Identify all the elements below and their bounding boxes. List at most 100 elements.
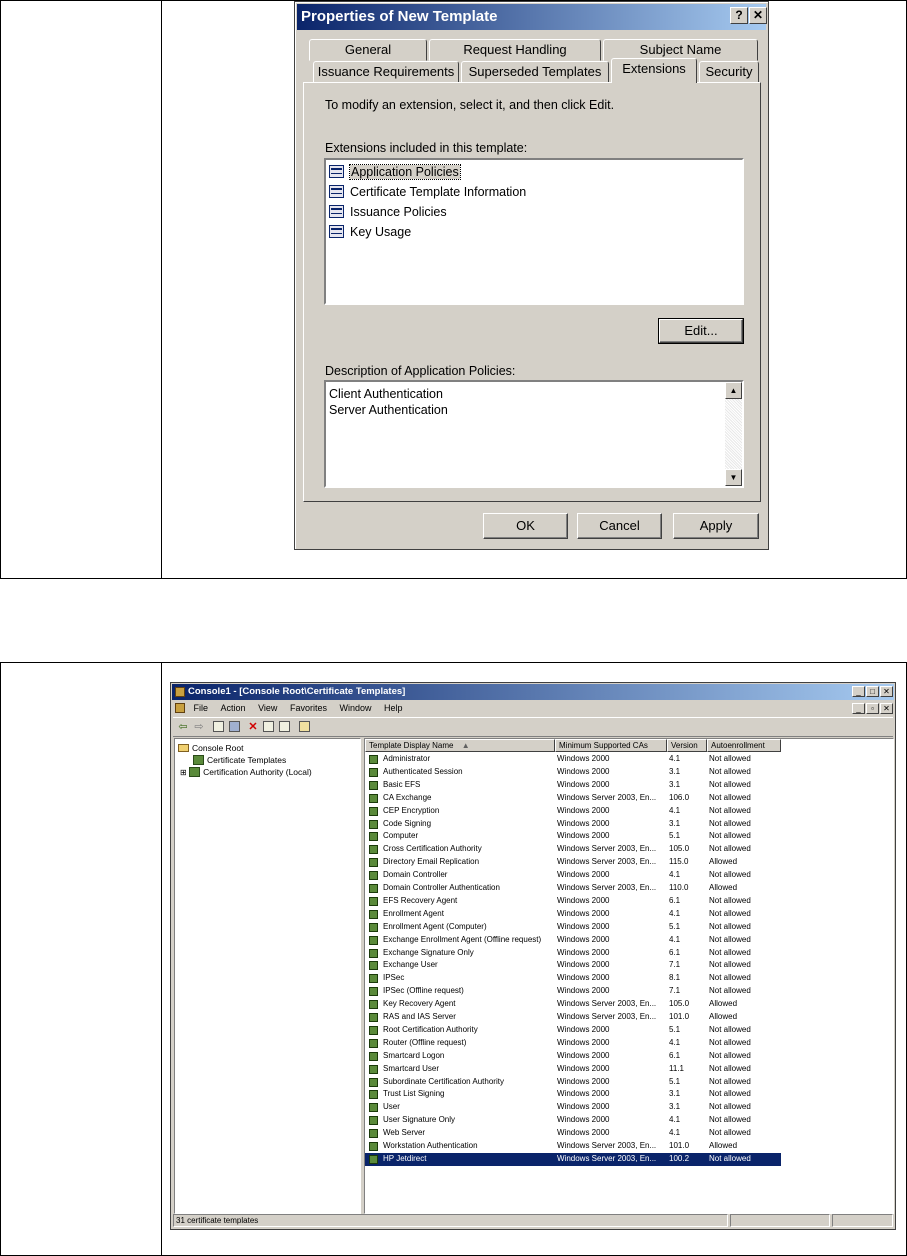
table-row[interactable]: Exchange Signature Only Windows 2000 6.1 No… (365, 947, 781, 960)
dialog-title-bar[interactable]: Properties of New Template (297, 4, 766, 30)
table-row[interactable]: Smartcard Logon Windows 2000 6.1 Not allowe… (365, 1050, 781, 1063)
table-cell: 5.1 (669, 921, 681, 931)
properties-icon[interactable] (263, 721, 274, 732)
tab-extensions[interactable]: Extensions (611, 58, 697, 83)
mmc-title-bar[interactable]: Console1 - [Console Root\Certificate Tem… (172, 684, 894, 700)
templates-listview[interactable]: Template Display Name ▲ Minimum Supporte… (364, 738, 894, 1214)
tab-general[interactable]: General (309, 39, 427, 61)
apply-button[interactable]: Apply (673, 513, 759, 539)
table-row[interactable]: Domain Controller Authentication Windows … (365, 882, 781, 895)
tree-item-console-root[interactable]: Console Root (178, 742, 244, 754)
table-row[interactable]: Workstation Authentication Windows Server… (365, 1140, 781, 1153)
table-row[interactable]: User Signature Only Windows 2000 4.1 Not al… (365, 1114, 781, 1127)
list-item[interactable]: Issuance Policies (326, 202, 742, 222)
cancel-button[interactable]: Cancel (577, 513, 662, 539)
forward-icon[interactable]: ⇨ (193, 721, 205, 733)
expand-icon[interactable]: ⊞ (180, 768, 187, 777)
table-cell: Not allowed (709, 973, 751, 983)
description-box[interactable]: Client Authentication Server Authenticat… (324, 380, 744, 488)
table-row[interactable]: Code Signing Windows 2000 3.1 Not allowed (365, 818, 781, 831)
close-icon[interactable]: ✕ (880, 686, 893, 697)
child-restore-icon[interactable]: ▫ (866, 703, 879, 714)
table-row[interactable]: Cross Certification Authority Windows Ser… (365, 843, 781, 856)
ok-button[interactable]: OK (483, 513, 568, 539)
table-row[interactable]: Exchange Enrollment Agent (Offline reque… (365, 934, 781, 947)
certificate-template-icon (369, 832, 378, 842)
table-row[interactable]: Basic EFS Windows 2000 3.1 Not allowed (365, 779, 781, 792)
table-row[interactable]: Domain Controller Windows 2000 4.1 Not allo… (365, 869, 781, 882)
table-row[interactable]: Enrollment Agent (Computer) Windows 2000 5… (365, 921, 781, 934)
table-cell: Subordinate Certification Authority (383, 1076, 504, 1086)
table-row[interactable]: IPSec (Offline request) Windows 2000 7.1 No… (365, 985, 781, 998)
table-row[interactable]: HP Jetdirect Windows Server 2003, En... 10… (365, 1152, 781, 1166)
table-cell: 106.0 (669, 792, 690, 802)
table-row[interactable]: Root Certification Authority Windows 2000… (365, 1024, 781, 1037)
table-row[interactable]: Exchange User Windows 2000 7.1 Not allowed (365, 959, 781, 972)
table-row[interactable]: Authenticated Session Windows 2000 3.1 Not … (365, 766, 781, 779)
list-item[interactable]: Key Usage (326, 222, 742, 242)
table-row[interactable]: Web Server Windows 2000 4.1 Not allowed (365, 1127, 781, 1140)
table-cell: 4.1 (669, 908, 681, 918)
table-row[interactable]: CA Exchange Windows Server 2003, En... 106… (365, 792, 781, 805)
export-icon[interactable] (279, 721, 290, 732)
menu-file[interactable]: File (194, 701, 209, 716)
table-cell: 110.0 (669, 883, 689, 892)
tree-item-certificate-templates[interactable]: Certificate Templates (193, 754, 286, 766)
up-folder-icon[interactable] (213, 721, 224, 732)
extensions-listbox[interactable]: Application Policies Certificate Templat… (324, 158, 744, 305)
menu-window[interactable]: Window (339, 701, 371, 716)
menu-help[interactable]: Help (384, 701, 403, 716)
table-row[interactable]: Computer Windows 2000 5.1 Not allowed (365, 830, 781, 843)
status-text: 31 certificate templates (173, 1214, 728, 1227)
table-row[interactable]: Subordinate Certification Authority Windo… (365, 1076, 781, 1089)
column-header-autoenrollment[interactable]: Autoenrollment (707, 739, 781, 752)
tab-request-handling[interactable]: Request Handling (429, 39, 601, 61)
table-cell: 4.1 (669, 805, 681, 815)
show-tree-icon[interactable] (229, 721, 240, 732)
table-cell: IPSec (Offline request) (383, 986, 464, 996)
table-row[interactable]: Key Recovery Agent Windows Server 2003, E… (365, 998, 781, 1011)
table-row[interactable]: CEP Encryption Windows 2000 4.1 Not allowed (365, 805, 781, 818)
scroll-up-icon[interactable]: ▲ (725, 382, 742, 399)
table-cell: Windows 2000 (557, 805, 610, 815)
delete-icon[interactable]: ✕ (247, 721, 259, 733)
list-item[interactable]: Application Policies (326, 162, 742, 182)
table-row[interactable]: User Windows 2000 3.1 Not allowed (365, 1101, 781, 1114)
table-row[interactable]: RAS and IAS Server Windows Server 2003, E… (365, 1011, 781, 1024)
table-row[interactable]: Trust List Signing Windows 2000 3.1 Not all… (365, 1088, 781, 1101)
menu-view[interactable]: View (258, 701, 277, 716)
column-header-version[interactable]: Version (667, 739, 707, 752)
menu-action[interactable]: Action (221, 701, 246, 716)
help-button[interactable]: ? (730, 7, 748, 24)
table-cell: 4.1 (669, 1037, 681, 1047)
close-button[interactable]: ✕ (749, 7, 767, 24)
column-header-name[interactable]: Template Display Name ▲ (365, 739, 555, 752)
table-row[interactable]: Smartcard User Windows 2000 11.1 Not allowe… (365, 1063, 781, 1076)
tab-superseded-templates[interactable]: Superseded Templates (461, 61, 609, 83)
table-row[interactable]: Router (Offline request) Windows 2000 4.1 N… (365, 1037, 781, 1050)
minimize-icon[interactable]: _ (852, 686, 865, 697)
child-minimize-icon[interactable]: _ (852, 703, 865, 714)
table-row[interactable]: IPSec Windows 2000 8.1 Not allowed (365, 972, 781, 985)
edit-button[interactable]: Edit... (658, 318, 744, 344)
certificate-template-icon (369, 909, 378, 919)
table-row[interactable]: Directory Email Replication Windows Serve… (365, 856, 781, 869)
extension-icon (329, 165, 344, 178)
column-header-min-ca[interactable]: Minimum Supported CAs (555, 739, 667, 752)
menu-favorites[interactable]: Favorites (290, 701, 327, 716)
child-close-icon[interactable]: ✕ (880, 703, 893, 714)
table-row[interactable]: Administrator Windows 2000 4.1 Not allowed (365, 753, 781, 766)
table-cell: 5.1 (669, 831, 681, 841)
table-row[interactable]: Enrollment Agent Windows 2000 4.1 Not allow… (365, 908, 781, 921)
help-icon[interactable] (299, 721, 310, 732)
scroll-down-icon[interactable]: ▼ (725, 469, 742, 486)
tab-security[interactable]: Security (699, 61, 759, 83)
description-scrollbar[interactable]: ▲ ▼ (725, 382, 742, 486)
maximize-icon[interactable]: □ (866, 686, 879, 697)
tab-issuance-requirements[interactable]: Issuance Requirements (313, 61, 459, 83)
tree-item-certification-authority[interactable]: ⊞ Certification Authority (Local) (180, 766, 312, 779)
back-icon[interactable]: ⇦ (177, 721, 189, 733)
console-tree[interactable]: Console Root Certificate Templates ⊞ Cer… (174, 738, 361, 1214)
list-item[interactable]: Certificate Template Information (326, 182, 742, 202)
table-row[interactable]: EFS Recovery Agent Windows 2000 6.1 Not all… (365, 895, 781, 908)
